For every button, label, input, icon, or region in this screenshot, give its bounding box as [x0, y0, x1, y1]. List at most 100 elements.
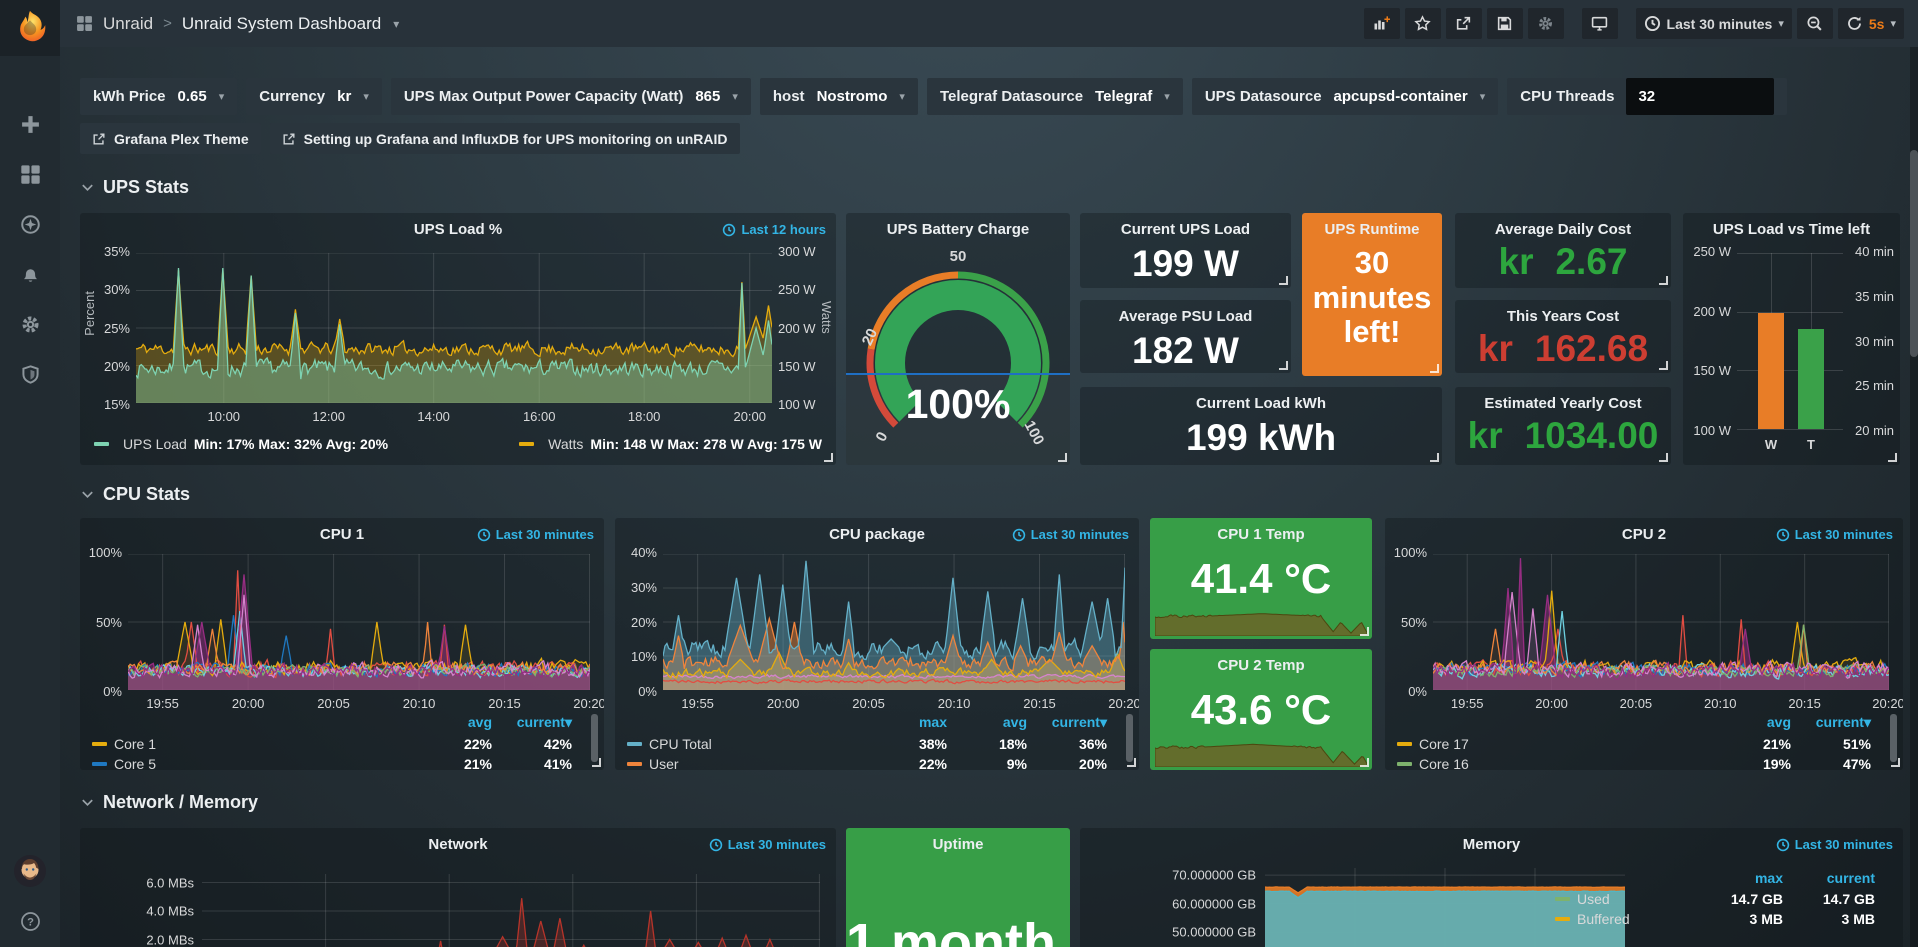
panel-title[interactable]: Current UPS Load — [1080, 213, 1291, 238]
legend-color-swatch[interactable] — [94, 442, 109, 446]
variable-value-dropdown[interactable]: apcupsd-container — [1334, 88, 1468, 105]
legend-series-name[interactable]: User — [649, 756, 867, 770]
panel-title[interactable]: UPS Runtime — [1302, 213, 1442, 238]
dashboards-icon[interactable] — [18, 162, 42, 186]
panel-title[interactable]: CPU 1 Temp — [1150, 518, 1372, 543]
panel-resize-handle[interactable] — [1058, 453, 1067, 462]
panel-title[interactable]: UPS Load vs Time left — [1683, 213, 1900, 238]
refresh-button[interactable]: 5s ▾ — [1838, 8, 1904, 39]
bar-t[interactable] — [1798, 329, 1824, 429]
legend-series-name[interactable]: CPU Total — [649, 736, 867, 752]
explore-compass-icon[interactable] — [18, 212, 42, 236]
panel-resize-handle[interactable] — [592, 758, 601, 767]
panel-title[interactable]: UPS Battery Charge — [846, 213, 1070, 238]
legend-series-name[interactable]: Used — [1577, 891, 1691, 907]
dashboard-link[interactable]: Setting up Grafana and InfluxDB for UPS … — [270, 123, 740, 154]
legend-color-swatch[interactable] — [92, 762, 107, 766]
chevron-down-icon[interactable]: ▾ — [1480, 90, 1486, 103]
server-admin-shield-icon[interactable] — [18, 362, 42, 386]
legend-series-name[interactable]: UPS Load — [123, 436, 187, 452]
legend-item[interactable]: UPS LoadMin: 17% Max: 32% Avg: 20% — [94, 436, 388, 452]
chevron-down-icon[interactable]: ▾ — [363, 90, 369, 103]
legend-color-swatch[interactable] — [627, 742, 642, 746]
legend-color-swatch[interactable] — [1555, 897, 1570, 901]
save-button[interactable] — [1487, 8, 1523, 39]
page-scrollbar[interactable] — [1910, 47, 1918, 947]
legend-series-name[interactable]: Buffered — [1577, 911, 1691, 927]
chevron-down-icon[interactable]: ▾ — [899, 90, 905, 103]
legend-color-swatch[interactable] — [627, 762, 642, 766]
panel-title[interactable]: This Years Cost — [1455, 300, 1671, 325]
legend-column-current[interactable]: current▾ — [1791, 714, 1871, 731]
variable-value-dropdown[interactable]: Telegraf — [1095, 88, 1152, 105]
legend-column-avg[interactable]: avg — [947, 714, 1027, 731]
legend-scrollbar[interactable] — [591, 714, 598, 762]
zoom-out-button[interactable] — [1797, 8, 1833, 39]
share-button[interactable] — [1446, 8, 1482, 39]
panel-resize-handle[interactable] — [1659, 361, 1668, 370]
variable-input[interactable]: 32 — [1626, 78, 1774, 115]
variable-value-dropdown[interactable]: Nostromo — [817, 88, 888, 105]
legend-column-current[interactable]: current — [1783, 870, 1875, 886]
panel-resize-handle[interactable] — [1127, 758, 1136, 767]
chevron-down-icon[interactable]: ▾ — [219, 90, 225, 103]
section-ups-stats[interactable]: UPS Stats — [80, 177, 189, 198]
legend-scrollbar[interactable] — [1126, 714, 1133, 762]
panel-resize-handle[interactable] — [1430, 364, 1439, 373]
panel-title[interactable]: Average PSU Load — [1080, 300, 1291, 325]
legend-color-swatch[interactable] — [1555, 917, 1570, 921]
cpu-package-chart-plot[interactable] — [663, 554, 1125, 690]
panel-title[interactable]: Uptime — [846, 828, 1070, 853]
panel-resize-handle[interactable] — [1891, 758, 1900, 767]
section-cpu-stats[interactable]: CPU Stats — [80, 484, 190, 505]
legend-column-current[interactable]: current▾ — [492, 714, 572, 731]
panel-title[interactable]: CPU 2 Temp — [1150, 649, 1372, 674]
panel-resize-handle[interactable] — [1360, 627, 1369, 636]
legend-color-swatch[interactable] — [519, 442, 534, 446]
scrollbar-thumb[interactable] — [1910, 150, 1918, 357]
breadcrumb-folder[interactable]: Unraid — [103, 14, 153, 34]
legend-series-name[interactable]: Core 1 — [114, 736, 412, 752]
panel-title[interactable]: Estimated Yearly Cost — [1455, 387, 1671, 412]
legend-column-max[interactable]: max — [867, 714, 947, 731]
variable-value-dropdown[interactable]: 865 — [695, 88, 720, 105]
help-icon[interactable]: ? — [18, 909, 42, 933]
legend-series-name[interactable]: Core 16 — [1419, 756, 1711, 770]
cpu1-chart-plot[interactable] — [128, 554, 590, 690]
legend-column-max[interactable]: max — [1691, 870, 1783, 886]
network-chart-plot[interactable] — [202, 874, 820, 947]
ups-load-chart-plot[interactable] — [136, 253, 772, 403]
legend-color-swatch[interactable] — [1397, 742, 1412, 746]
chevron-down-icon[interactable]: ▾ — [393, 17, 399, 31]
section-network-memory[interactable]: Network / Memory — [80, 792, 258, 813]
legend-column-avg[interactable]: avg — [1711, 714, 1791, 731]
legend-item[interactable]: WattsMin: 148 W Max: 278 W Avg: 175 W — [519, 436, 822, 452]
variable-value-dropdown[interactable]: kr — [337, 88, 351, 105]
panel-resize-handle[interactable] — [1360, 758, 1369, 767]
cycle-view-monitor-button[interactable] — [1582, 8, 1618, 39]
alerting-bell-icon[interactable] — [18, 262, 42, 286]
add-panel-button[interactable] — [1364, 8, 1400, 39]
add-icon[interactable] — [18, 112, 42, 136]
time-range-picker[interactable]: Last 30 minutes ▾ — [1636, 8, 1792, 39]
star-button[interactable] — [1405, 8, 1441, 39]
panel-title[interactable]: Current Load kWh — [1080, 387, 1442, 412]
panel-resize-handle[interactable] — [1279, 361, 1288, 370]
panel-resize-handle[interactable] — [1888, 453, 1897, 462]
variable-value-dropdown[interactable]: 0.65 — [178, 88, 207, 105]
legend-color-swatch[interactable] — [1397, 762, 1412, 766]
panel-resize-handle[interactable] — [1659, 276, 1668, 285]
legend-series-name[interactable]: Core 5 — [114, 756, 412, 770]
legend-scrollbar[interactable] — [1890, 714, 1897, 762]
panel-resize-handle[interactable] — [1430, 453, 1439, 462]
dashboard-link[interactable]: Grafana Plex Theme — [80, 123, 261, 154]
user-avatar[interactable] — [13, 854, 47, 893]
legend-color-swatch[interactable] — [92, 742, 107, 746]
cpu2-chart-plot[interactable] — [1433, 554, 1889, 690]
panel-title[interactable]: Average Daily Cost — [1455, 213, 1671, 238]
dashboard-title[interactable]: Unraid System Dashboard — [182, 14, 381, 34]
panel-time-range[interactable]: Last 30 minutes — [1776, 837, 1893, 852]
legend-series-name[interactable]: Watts — [548, 436, 583, 452]
panel-time-range[interactable]: Last 30 minutes — [709, 837, 826, 852]
panel-resize-handle[interactable] — [824, 453, 833, 462]
